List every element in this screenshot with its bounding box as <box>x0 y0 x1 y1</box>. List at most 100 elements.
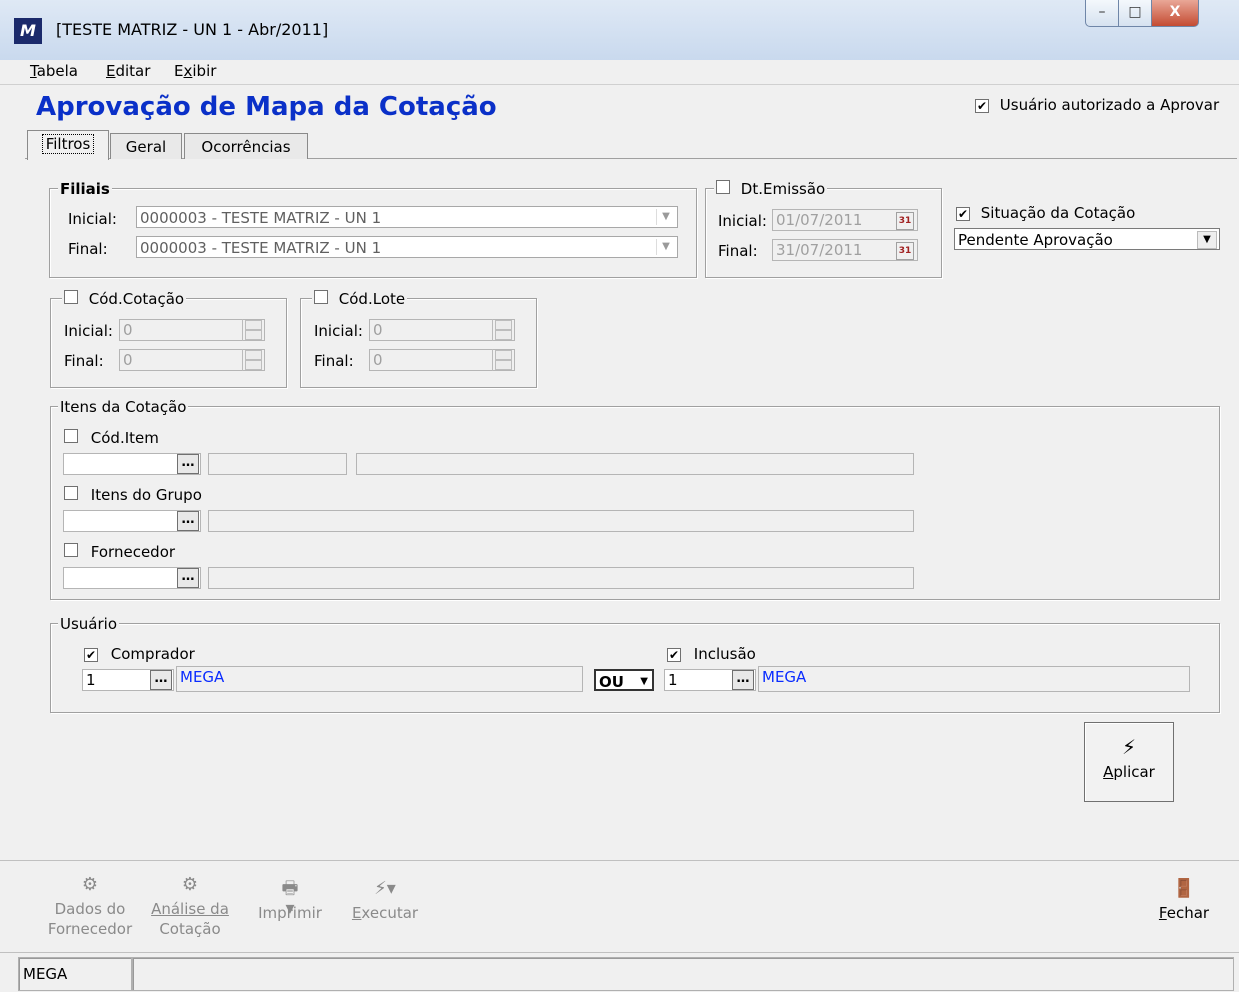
cod-item-input[interactable]: … <box>63 453 201 475</box>
inclusao-checkbox[interactable]: ✔ <box>667 648 681 662</box>
cod-item-desc2 <box>356 453 914 475</box>
menu-tabela[interactable]: Tabela <box>30 62 78 80</box>
chevron-down-icon[interactable]: ▼ <box>656 209 675 225</box>
lookup-button[interactable]: … <box>150 670 172 690</box>
cod-lote-group <box>300 298 537 388</box>
tab-ocorrencias[interactable]: Ocorrências <box>184 133 308 159</box>
close-button[interactable]: X <box>1151 0 1199 27</box>
tab-filtros[interactable]: Filtros <box>27 130 109 160</box>
authorized-label: Usuário autorizado a Aprovar <box>999 96 1220 114</box>
title-bar: M [TESTE MATRIZ - UN 1 - Abr/2011] – □ X <box>0 0 1239 61</box>
inclusao-header: ✔ Inclusão <box>667 645 756 663</box>
chevron-down-icon[interactable]: ▼ <box>656 239 675 255</box>
comprador-name-field: MEGA <box>176 666 583 692</box>
situacao-value: Pendente Aprovação <box>958 231 1113 249</box>
spinner-icon[interactable] <box>242 319 264 341</box>
lookup-button[interactable]: … <box>732 670 754 690</box>
comprador-checkbox[interactable]: ✔ <box>84 648 98 662</box>
cod-lote-initial-field[interactable]: 0 <box>369 319 515 341</box>
filiais-final-combo[interactable]: 0000003 - TESTE MATRIZ - UN 1 ▼ <box>136 236 678 258</box>
operator-select[interactable]: OU ▼ <box>594 669 654 691</box>
maximize-button[interactable]: □ <box>1118 0 1152 27</box>
operator-value: OU <box>599 673 624 691</box>
app-logo-icon: M <box>14 18 42 44</box>
dt-final-label: Final: <box>718 242 758 260</box>
fornecedor-checkbox[interactable] <box>64 543 78 557</box>
inclusao-code-input[interactable]: 1 … <box>664 669 756 691</box>
situacao-select[interactable]: Pendente Aprovação ▼ <box>954 228 1220 250</box>
usuario-label: Usuário <box>58 615 120 633</box>
dt-final-field[interactable]: 31/07/2011 31 <box>772 239 918 261</box>
fornecedor-desc <box>208 567 914 589</box>
aplicar-button[interactable]: ⚡ Aplicar <box>1084 722 1174 802</box>
inclusao-name-field: MEGA <box>758 666 1190 692</box>
itens-grupo-input[interactable]: … <box>63 510 201 532</box>
itens-grupo-label: Itens do Grupo <box>90 486 202 504</box>
cod-cotacao-group <box>50 298 287 388</box>
status-user: MEGA <box>18 957 132 991</box>
menu-editar[interactable]: Editar <box>106 62 150 80</box>
cod-cotacao-final-label: Final: <box>64 352 104 370</box>
lookup-button[interactable]: … <box>177 511 199 531</box>
minimize-button[interactable]: – <box>1085 0 1119 27</box>
cod-item-checkbox[interactable] <box>64 429 78 443</box>
filiais-initial-label: Inicial: <box>68 210 117 228</box>
cod-lote-label: Cód.Lote <box>338 290 406 308</box>
cod-lote-final-label: Final: <box>314 352 354 370</box>
chevron-down-icon[interactable]: ▼ <box>1197 231 1217 249</box>
status-bar: MEGA <box>0 952 1239 992</box>
chevron-down-icon[interactable]: ▼ <box>640 671 648 693</box>
authorized-checkbox[interactable]: ✔ Usuário autorizado a Aprovar <box>975 96 1219 114</box>
fornecedor-input[interactable]: … <box>63 567 201 589</box>
dt-final-value: 31/07/2011 <box>776 241 863 259</box>
analise-cotacao-button[interactable]: ⚙ Análise da Cotação <box>140 875 240 939</box>
dt-initial-field[interactable]: 01/07/2011 31 <box>772 209 918 231</box>
lookup-button[interactable]: … <box>177 454 199 474</box>
filiais-initial-value: 0000003 - TESTE MATRIZ - UN 1 <box>140 209 382 227</box>
cod-cotacao-initial-field[interactable]: 0 <box>119 319 265 341</box>
cod-cotacao-initial-label: Inicial: <box>64 322 113 340</box>
inclusao-code: 1 <box>668 671 678 689</box>
itens-label: Itens da Cotação <box>58 398 189 416</box>
execute-icon: ⚡▾ <box>374 878 396 899</box>
imprimir-button[interactable]: 🖶▾ Imprimir <box>250 879 330 923</box>
cod-item-desc1 <box>208 453 347 475</box>
cod-cotacao-initial-value: 0 <box>123 321 133 339</box>
spinner-icon[interactable] <box>492 349 514 371</box>
lookup-button[interactable]: … <box>177 568 199 588</box>
page-title: Aprovação de Mapa da Cotação <box>36 92 497 122</box>
menu-exibir[interactable]: Exibir <box>174 62 216 80</box>
cod-lote-header: Cód.Lote <box>312 290 408 308</box>
cod-item-label: Cód.Item <box>90 429 159 447</box>
dt-initial-label: Inicial: <box>718 212 767 230</box>
comprador-code-input[interactable]: 1 … <box>82 669 174 691</box>
inclusao-label: Inclusão <box>693 645 756 663</box>
cod-lote-initial-label: Inicial: <box>314 322 363 340</box>
calendar-icon[interactable]: 31 <box>896 242 914 260</box>
comprador-code: 1 <box>86 671 96 689</box>
fechar-button[interactable]: 🚪 Fechar <box>1148 879 1220 923</box>
comprador-label: Comprador <box>110 645 195 663</box>
itens-grupo-checkbox[interactable] <box>64 486 78 500</box>
analysis-icon: ⚙ <box>181 874 199 895</box>
executar-button[interactable]: ⚡▾ Executar <box>340 879 430 923</box>
authorized-check[interactable]: ✔ <box>975 99 989 113</box>
dados-fornecedor-button[interactable]: ⚙ Dados do Fornecedor <box>40 875 140 939</box>
dt-emissao-checkbox[interactable] <box>716 180 730 194</box>
situacao-checkbox[interactable]: ✔ <box>956 207 970 221</box>
cod-cotacao-checkbox[interactable] <box>64 290 78 304</box>
calendar-icon[interactable]: 31 <box>896 212 914 230</box>
dt-emissao-label: Dt.Emissão <box>740 180 826 198</box>
spinner-icon[interactable] <box>242 349 264 371</box>
situacao-label: Situação da Cotação <box>980 204 1136 222</box>
cod-lote-initial-value: 0 <box>373 321 383 339</box>
tab-geral[interactable]: Geral <box>110 133 182 159</box>
window-title: [TESTE MATRIZ - UN 1 - Abr/2011] <box>56 20 329 39</box>
cod-lote-final-field[interactable]: 0 <box>369 349 515 371</box>
cod-cotacao-final-field[interactable]: 0 <box>119 349 265 371</box>
itens-grupo-desc <box>208 510 914 532</box>
cod-lote-checkbox[interactable] <box>314 290 328 304</box>
spinner-icon[interactable] <box>492 319 514 341</box>
status-panel-empty <box>132 957 1234 991</box>
filiais-initial-combo[interactable]: 0000003 - TESTE MATRIZ - UN 1 ▼ <box>136 206 678 228</box>
